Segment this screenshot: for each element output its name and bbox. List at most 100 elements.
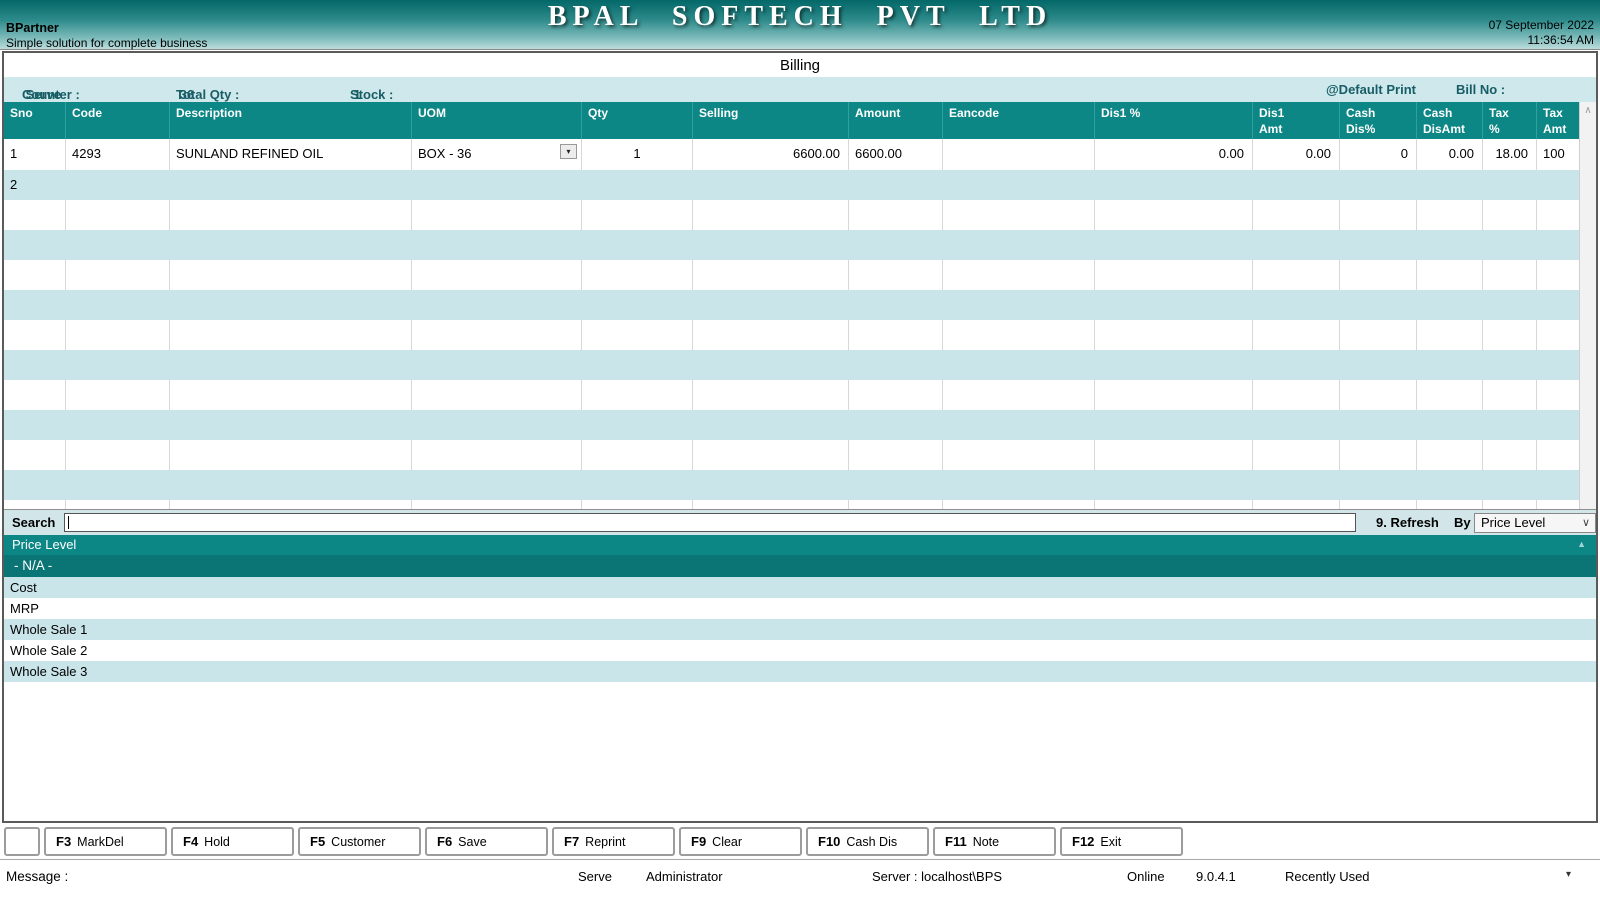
total-qty-value: 36 [180, 87, 194, 102]
empty-grid-cell [849, 500, 943, 509]
empty-grid-row [4, 230, 1579, 260]
grid-row-2[interactable]: 2 [4, 170, 1579, 200]
column-header-tax-: Tax % [1483, 102, 1537, 139]
empty-grid-cell [849, 380, 943, 410]
search-input[interactable] [64, 513, 1356, 532]
empty-grid-cell [1417, 200, 1483, 230]
uom-value: BOX - 36 [418, 146, 471, 161]
billing-grid: SnoCodeDescriptionUOMQtySellingAmountEan… [4, 102, 1596, 509]
empty-grid-cell [1340, 260, 1417, 290]
price-level-item-n-a[interactable]: - N/A - [4, 555, 1596, 577]
empty-grid-cell [693, 320, 849, 350]
grid-cell[interactable]: 6600.00 [849, 139, 943, 170]
empty-grid-row [4, 200, 1579, 230]
column-header-cash-disamt: Cash DisAmt [1417, 102, 1483, 139]
column-header-dis1-amt: Dis1 Amt [1253, 102, 1340, 139]
empty-grid-cell [1340, 380, 1417, 410]
column-header-code: Code [66, 102, 170, 139]
grid-cell[interactable]: SUNLAND REFINED OIL [170, 139, 412, 170]
grid-cell[interactable] [943, 139, 1095, 170]
fkey-f9-button[interactable]: F9Clear [679, 827, 802, 856]
search-by-select[interactable]: Price Level ∨ [1474, 513, 1596, 533]
empty-grid-cell [849, 260, 943, 290]
empty-grid-cell [1537, 500, 1579, 509]
empty-grid-cell [170, 260, 412, 290]
empty-grid-cell [1417, 440, 1483, 470]
app-header: BPartner Simple solution for complete bu… [0, 0, 1600, 50]
fkey-label: F5 [310, 834, 325, 849]
empty-grid-cell [1417, 500, 1483, 509]
empty-grid-cell [66, 320, 170, 350]
chevron-down-icon: ∨ [1582, 516, 1590, 529]
fkey-f7-button[interactable]: F7Reprint [552, 827, 675, 856]
default-print-label[interactable]: @Default Print [1326, 82, 1416, 97]
price-level-item-whole-sale-2[interactable]: Whole Sale 2 [4, 640, 1596, 661]
fkey-f12-button[interactable]: F12Exit [1060, 827, 1183, 856]
empty-grid-cell [582, 380, 693, 410]
fkey-f5-button[interactable]: F5Customer [298, 827, 421, 856]
empty-grid-cell [412, 320, 582, 350]
price-level-item-cost[interactable]: Cost [4, 577, 1596, 598]
grid-cell[interactable]: 18.00 [1483, 139, 1537, 170]
fkey-label: F10 [818, 834, 840, 849]
price-level-header[interactable]: Price Level ▲ [4, 535, 1596, 555]
fkey-f4-button[interactable]: F4Hold [171, 827, 294, 856]
grid-cell[interactable]: 0 [1340, 139, 1417, 170]
refresh-button[interactable]: 9. Refresh [1376, 515, 1439, 530]
scroll-up-icon[interactable]: ∧ [1580, 102, 1596, 119]
grid-scrollbar[interactable]: ∧ [1579, 102, 1596, 509]
status-bar: Message : Serve Administrator Server : l… [0, 859, 1600, 900]
uom-dropdown-button[interactable]: ▾ [560, 144, 577, 159]
grid-cell[interactable]: 0.00 [1095, 139, 1253, 170]
empty-grid-cell [170, 500, 412, 509]
empty-grid-cell [1417, 320, 1483, 350]
fkey-f11-button[interactable]: F11Note [933, 827, 1056, 856]
grid-cell[interactable]: 6600.00 [693, 139, 849, 170]
empty-grid-cell [693, 200, 849, 230]
column-header-cash-dis-: Cash Dis% [1340, 102, 1417, 139]
column-header-selling: Selling [693, 102, 849, 139]
empty-grid-cell [582, 440, 693, 470]
counter-value: Serve [26, 87, 61, 102]
empty-grid-row [4, 350, 1579, 380]
empty-grid-cell [4, 260, 66, 290]
company-title: BPAL SOFTECH PVT LTD [0, 1, 1600, 33]
fkey-label: F7 [564, 834, 579, 849]
grid-cell[interactable]: BOX - 36 ▾ [412, 139, 582, 170]
empty-grid-cell [412, 380, 582, 410]
fkey-action-label: Exit [1100, 835, 1121, 849]
empty-grid-cell [693, 260, 849, 290]
empty-grid-cell [849, 320, 943, 350]
text-cursor [68, 516, 69, 529]
grid-cell[interactable]: 1 [4, 139, 66, 170]
empty-grid-cell [943, 380, 1095, 410]
fkey-f6-button[interactable]: F6Save [425, 827, 548, 856]
status-caret-icon[interactable]: ▾ [1566, 869, 1571, 880]
empty-grid-cell [1253, 200, 1340, 230]
fkey-f3-button[interactable]: F3MarkDel [44, 827, 167, 856]
grid-cell[interactable]: 100 [1537, 139, 1579, 170]
price-level-item-whole-sale-1[interactable]: Whole Sale 1 [4, 619, 1596, 640]
message-label: Message : [6, 869, 68, 884]
price-level-item-mrp[interactable]: MRP [4, 598, 1596, 619]
status-version: 9.0.4.1 [1196, 869, 1236, 884]
fkey-label: F9 [691, 834, 706, 849]
price-level-item-whole-sale-3[interactable]: Whole Sale 3 [4, 661, 1596, 682]
fkey-f10-button[interactable]: F10Cash Dis [806, 827, 929, 856]
price-level-list: - N/A -CostMRPWhole Sale 1Whole Sale 2Wh… [4, 555, 1596, 682]
fkey-action-label: Hold [204, 835, 230, 849]
empty-grid-cell [582, 500, 693, 509]
empty-grid-cell [1253, 500, 1340, 509]
function-key-bar: F3MarkDelF4HoldF5CustomerF6SaveF7Reprint… [0, 823, 1600, 859]
empty-grid-cell [4, 380, 66, 410]
grid-cell[interactable]: 1 [582, 139, 693, 170]
column-header-description: Description [170, 102, 412, 139]
empty-grid-cell [582, 260, 693, 290]
blank-button[interactable] [4, 827, 40, 856]
grid-row-1[interactable]: 14293SUNLAND REFINED OILBOX - 36▾16600.0… [4, 139, 1579, 170]
grid-cell[interactable]: 0.00 [1253, 139, 1340, 170]
grid-cell[interactable]: 0.00 [1417, 139, 1483, 170]
empty-grid-cell [1253, 320, 1340, 350]
grid-cell[interactable]: 4293 [66, 139, 170, 170]
empty-grid-cell [849, 440, 943, 470]
